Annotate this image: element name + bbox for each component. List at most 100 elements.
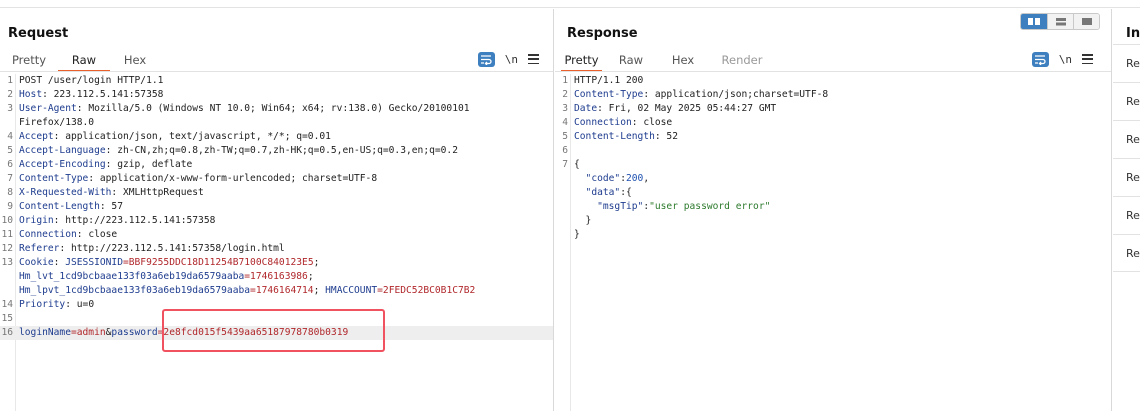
code-line: 7 Content-Type: application/x-www-form-ur… (0, 172, 553, 186)
line-text: Origin: http://223.112.5.141:57358 (19, 214, 215, 228)
line-number: 14 (1, 299, 13, 310)
inspector-row[interactable]: Re (1113, 120, 1140, 158)
code-token: : Mozilla/5.0 (Windows NT 10.0; Win64; x… (76, 103, 470, 114)
code-token: =1746163986 (244, 271, 308, 282)
line-number: 4 (562, 117, 568, 128)
line-text: Content-Length: 52 (574, 130, 678, 144)
line-number: 2 (562, 89, 568, 100)
inspector-row[interactable]: Re (1113, 234, 1140, 272)
code-token: : (53, 257, 66, 268)
code-line: 6 (555, 144, 1111, 158)
code-token: : 57 (99, 201, 123, 212)
line-number: 2 (7, 89, 13, 100)
line-number: 1 (7, 75, 13, 86)
request-tabs: Pretty Raw Hex (0, 51, 160, 72)
tab-pretty[interactable]: Pretty (561, 51, 602, 72)
code-token: Hm_lvt_1cd9bcbaae133f03a6eb19da6579aaba (19, 271, 245, 282)
code-line: 3 User-Agent: Mozilla/5.0 (Windows NT 10.… (0, 102, 553, 116)
code-token: HTTP/1.1 200 (574, 75, 644, 86)
code-line: 4 Connection: close (555, 116, 1111, 130)
layout-switch (1020, 13, 1100, 30)
wrap-lines-icon[interactable] (477, 51, 495, 67)
line-text: Accept-Encoding: gzip, deflate (19, 158, 192, 172)
code-token: Connection (574, 117, 632, 128)
code-line: "code":200, (555, 172, 1111, 186)
inspector-row[interactable]: Re (1113, 196, 1140, 234)
line-number: 1 (562, 75, 568, 86)
response-editor[interactable]: 1 HTTP/1.1 200 2 Content-Type: application/… (555, 72, 1111, 411)
code-token: : http://223.112.5.141:57358 (53, 215, 216, 226)
menu-icon[interactable] (1082, 54, 1093, 64)
code-line: Firefox/138.0 (0, 116, 553, 130)
tab-render[interactable]: Render (706, 51, 778, 71)
code-token: : application/x-www-form-urlencoded; cha… (88, 173, 378, 184)
code-token: Date (574, 103, 598, 114)
show-newlines-button[interactable]: \n (1059, 53, 1072, 66)
line-text: Content-Length: 57 (19, 200, 123, 214)
line-text: "code":200, (574, 172, 650, 186)
line-text: X-Requested-With: XMLHttpRequest (19, 186, 204, 200)
line-number: 12 (1, 243, 13, 254)
code-line: "data":{ (555, 186, 1111, 200)
code-token: Content-Length (574, 131, 655, 142)
code-token: =1746164714 (250, 285, 314, 296)
code-line: 1 POST /user/login HTTP/1.1 (0, 74, 553, 88)
line-number: 3 (7, 103, 13, 114)
code-token: ; (307, 271, 314, 282)
code-token: : gzip, deflate (105, 159, 193, 170)
side-by-side-layout-icon[interactable] (1021, 14, 1047, 29)
inspector-row[interactable]: Re (1113, 158, 1140, 196)
code-token: Host (19, 89, 43, 100)
wrap-lines-icon[interactable] (1031, 51, 1049, 67)
code-token: X-Requested-With (19, 187, 112, 198)
line-text: "data":{ (574, 186, 632, 200)
code-token: , (643, 173, 650, 184)
code-token: Firefox/138.0 (19, 117, 95, 128)
line-text: Firefox/138.0 (19, 116, 94, 130)
code-line: Hm_lpvt_1cd9bcbaae133f03a6eb19da6579aaba… (0, 284, 553, 298)
tab-raw[interactable]: Raw (58, 51, 110, 72)
code-line: 11 Connection: close (0, 228, 553, 242)
code-token: "msgTip" (574, 201, 644, 212)
response-title: Response (567, 26, 638, 41)
code-line: } (555, 214, 1111, 228)
code-token: 200 (626, 173, 644, 184)
tab-hex[interactable]: Hex (660, 51, 706, 71)
tab-raw[interactable]: Raw (602, 51, 660, 71)
line-text: Content-Type: application/x-www-form-url… (19, 172, 377, 186)
code-token: =2FEDC52BC0B1C7B2 (377, 285, 476, 296)
line-text: { (574, 158, 580, 172)
single-pane-layout-icon[interactable] (1073, 14, 1099, 29)
line-number: 5 (562, 131, 568, 142)
request-title: Request (8, 26, 69, 41)
line-text: HTTP/1.1 200 (574, 74, 643, 88)
top-bottom-layout-icon[interactable] (1047, 14, 1073, 29)
request-editor[interactable]: 1 POST /user/login HTTP/1.1 2 Host: 223.112… (0, 72, 553, 411)
line-number: 7 (562, 159, 568, 170)
line-number: 10 (1, 215, 13, 226)
code-token: ; (313, 285, 326, 296)
tab-pretty[interactable]: Pretty (0, 51, 58, 71)
code-token: User-Agent (19, 103, 77, 114)
code-token: : close (631, 117, 673, 128)
line-text: Connection: close (574, 116, 672, 130)
response-tabs: Pretty Raw Hex Render (561, 51, 778, 72)
menu-icon[interactable] (528, 54, 539, 64)
inspector-row[interactable]: Re (1113, 44, 1140, 82)
code-token: : u=0 (65, 299, 95, 310)
code-line: 5 Accept-Language: zh-CN,zh;q=0.8,zh-TW;q… (0, 144, 553, 158)
line-text: Date: Fri, 02 May 2025 05:44:27 GMT (574, 102, 776, 116)
code-token: Cookie (19, 257, 54, 268)
code-line: 6 Accept-Encoding: gzip, deflate (0, 158, 553, 172)
inspector-row[interactable]: Re (1113, 82, 1140, 120)
tab-hex[interactable]: Hex (110, 51, 160, 71)
code-token: Accept-Language (19, 145, 106, 156)
code-token: : 223.112.5.141:57358 (42, 89, 164, 100)
code-token: =BBF9255DDC18D11254B7100C840123E5 (122, 257, 314, 268)
code-line: 4 Accept: application/json, text/javascri… (0, 130, 553, 144)
inspector-pane: Inspector Re Re Re Re Re Re (1113, 9, 1140, 411)
line-number: 11 (1, 229, 13, 240)
code-token: =admin (70, 327, 106, 338)
code-line: 5 Content-Length: 52 (555, 130, 1111, 144)
show-newlines-button[interactable]: \n (505, 53, 518, 66)
